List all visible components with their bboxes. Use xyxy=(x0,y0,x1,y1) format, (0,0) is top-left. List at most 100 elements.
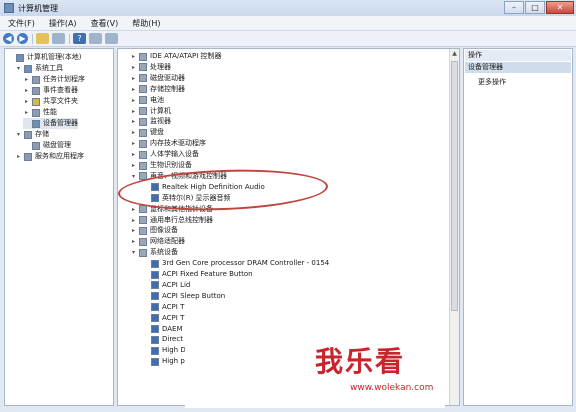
tree-expander-icon[interactable] xyxy=(142,358,149,365)
device-tree-item[interactable]: ACPI Sleep Button xyxy=(142,291,225,302)
tree-node-icon xyxy=(32,97,40,106)
scrollbar-thumb[interactable] xyxy=(451,61,458,311)
tree-expander-icon[interactable]: ▸ xyxy=(130,97,137,104)
tree-expander-icon[interactable] xyxy=(142,282,149,289)
device-tree-item[interactable]: DAEM xyxy=(142,324,183,335)
tree-expander-icon[interactable]: ▾ xyxy=(130,249,137,256)
help-icon[interactable]: ? xyxy=(73,33,86,44)
device-tree-item[interactable]: High D xyxy=(142,345,186,356)
menu-view[interactable]: 查看(V) xyxy=(91,18,119,29)
device-tree-item[interactable]: ▸ 磁盘驱动器 xyxy=(130,73,185,84)
menu-file[interactable]: 文件(F) xyxy=(8,18,35,29)
device-tree-label: ACPI Sleep Button xyxy=(162,291,226,300)
properties-icon[interactable] xyxy=(89,33,102,44)
tree-expander-icon[interactable] xyxy=(142,271,149,278)
tree-expander-icon[interactable]: ▸ xyxy=(23,87,30,94)
device-icon xyxy=(151,314,159,323)
device-tree-item[interactable]: ACPI Lid xyxy=(142,280,190,291)
up-folder-icon[interactable] xyxy=(36,33,49,44)
device-tree-item[interactable]: Direct xyxy=(142,334,183,345)
device-tree-item[interactable]: ▸ 通用串行总线控制器 xyxy=(130,215,213,226)
tree-expander-icon[interactable]: ▸ xyxy=(130,75,137,82)
tree-expander-icon[interactable]: ▾ xyxy=(130,173,137,180)
tree-item[interactable]: ▸ 共享文件夹 xyxy=(23,96,78,107)
tree-expander-icon[interactable]: ▸ xyxy=(130,206,137,213)
device-tree-item[interactable]: ▸ 计算机 xyxy=(130,106,171,117)
tree-expander-icon[interactable]: ▸ xyxy=(15,153,22,160)
forward-arrow-icon[interactable]: ▶ xyxy=(17,33,28,44)
device-tree-label: High p xyxy=(162,357,185,366)
device-icon xyxy=(139,107,147,115)
device-tree-item[interactable]: ▸ 存储控制器 xyxy=(130,84,185,95)
device-icon xyxy=(151,303,159,312)
tree-item[interactable]: ▸ 任务计划程序 xyxy=(23,74,85,85)
device-tree-item[interactable]: High p xyxy=(142,356,185,367)
device-tree-item[interactable]: ▸ 人体学输入设备 xyxy=(130,149,199,160)
tree-expander-icon[interactable] xyxy=(23,142,30,149)
vertical-scrollbar[interactable]: ▲ xyxy=(449,49,459,405)
device-tree-item[interactable]: ▾ 系统设备 xyxy=(130,247,178,258)
device-tree-item[interactable]: ▸ 网络适配器 xyxy=(130,236,185,247)
scan-hardware-icon[interactable] xyxy=(105,33,118,44)
menu-help[interactable]: 帮助(H) xyxy=(132,18,160,29)
title-bar[interactable]: 计算机管理 – □ ✕ xyxy=(0,0,576,16)
tree-expander-icon[interactable]: ▾ xyxy=(15,65,22,72)
tree-item[interactable]: 计算机管理(本地) xyxy=(7,52,81,63)
device-tree-item[interactable]: ▸ 图像设备 xyxy=(130,225,178,236)
close-button[interactable]: ✕ xyxy=(546,1,574,14)
tree-expander-icon[interactable] xyxy=(23,120,30,127)
show-hide-tree-icon[interactable] xyxy=(52,33,65,44)
device-tree-item[interactable]: ▸ 键盘 xyxy=(130,127,164,138)
maximize-button[interactable]: □ xyxy=(525,1,545,14)
tree-expander-icon[interactable]: ▸ xyxy=(130,53,137,60)
tree-item[interactable]: ▸ 事件查看器 xyxy=(23,85,78,96)
tree-expander-icon[interactable]: ▸ xyxy=(23,98,30,105)
device-tree-item[interactable]: ▸ IDE ATA/ATAPI 控制器 xyxy=(130,51,222,62)
device-tree-item[interactable]: ▸ 电池 xyxy=(130,95,164,106)
tree-expander-icon[interactable] xyxy=(142,293,149,300)
tree-expander-icon[interactable]: ▸ xyxy=(130,162,137,169)
device-tree-item[interactable]: ▸ 内存技术驱动程序 xyxy=(130,138,206,149)
tree-item[interactable]: 设备管理器 xyxy=(23,118,78,129)
tree-expander-icon[interactable] xyxy=(142,326,149,333)
tree-item[interactable]: ▸ 性能 xyxy=(23,107,57,118)
device-tree-item[interactable]: ACPI T xyxy=(142,313,184,324)
tree-item[interactable]: ▾ 系统工具 xyxy=(15,63,63,74)
tree-expander-icon[interactable]: ▸ xyxy=(130,140,137,147)
tree-expander-icon[interactable]: ▸ xyxy=(130,217,137,224)
tree-expander-icon[interactable]: ▸ xyxy=(130,108,137,115)
tree-expander-icon[interactable] xyxy=(142,304,149,311)
actions-section-device-manager[interactable]: 设备管理器 xyxy=(465,62,571,73)
tree-expander-icon[interactable]: ▸ xyxy=(23,76,30,83)
scroll-up-icon[interactable]: ▲ xyxy=(450,49,459,59)
back-arrow-icon[interactable]: ◀ xyxy=(3,33,14,44)
device-tree-item[interactable]: ▸ 生物识别设备 xyxy=(130,160,192,171)
tree-expander-icon[interactable] xyxy=(142,315,149,322)
tree-expander-icon[interactable] xyxy=(142,347,149,354)
tree-expander-icon[interactable]: ▸ xyxy=(130,64,137,71)
device-tree-item[interactable]: ▸ 处理器 xyxy=(130,62,171,73)
tree-expander-icon[interactable]: ▸ xyxy=(23,109,30,116)
tree-item[interactable]: ▾ 存储 xyxy=(15,129,49,140)
tree-expander-icon[interactable]: ▸ xyxy=(130,118,137,125)
tree-expander-icon[interactable]: ▸ xyxy=(130,227,137,234)
tree-expander-icon[interactable] xyxy=(142,260,149,267)
device-tree-item[interactable]: ACPI Fixed Feature Button xyxy=(142,269,253,280)
tree-expander-icon[interactable] xyxy=(7,54,14,61)
device-icon xyxy=(151,270,159,279)
minimize-button[interactable]: – xyxy=(504,1,524,14)
device-tree-item[interactable]: ▸ 监视器 xyxy=(130,116,171,127)
tree-expander-icon[interactable]: ▸ xyxy=(130,129,137,136)
tree-expander-icon[interactable] xyxy=(142,336,149,343)
tree-expander-icon[interactable]: ▸ xyxy=(130,86,137,93)
device-tree-item[interactable]: 3rd Gen Core processor DRAM Controller -… xyxy=(142,258,329,269)
tree-expander-icon[interactable]: ▸ xyxy=(130,238,137,245)
tree-item[interactable]: 磁盘管理 xyxy=(23,140,71,151)
more-actions-link[interactable]: 更多操作 xyxy=(478,77,506,87)
device-tree-label: 图像设备 xyxy=(150,226,178,235)
menu-action[interactable]: 操作(A) xyxy=(49,18,77,29)
device-tree-item[interactable]: ACPI T xyxy=(142,302,184,313)
tree-expander-icon[interactable]: ▾ xyxy=(15,131,22,138)
tree-item[interactable]: ▸ 服务和应用程序 xyxy=(15,151,84,162)
tree-expander-icon[interactable]: ▸ xyxy=(130,151,137,158)
